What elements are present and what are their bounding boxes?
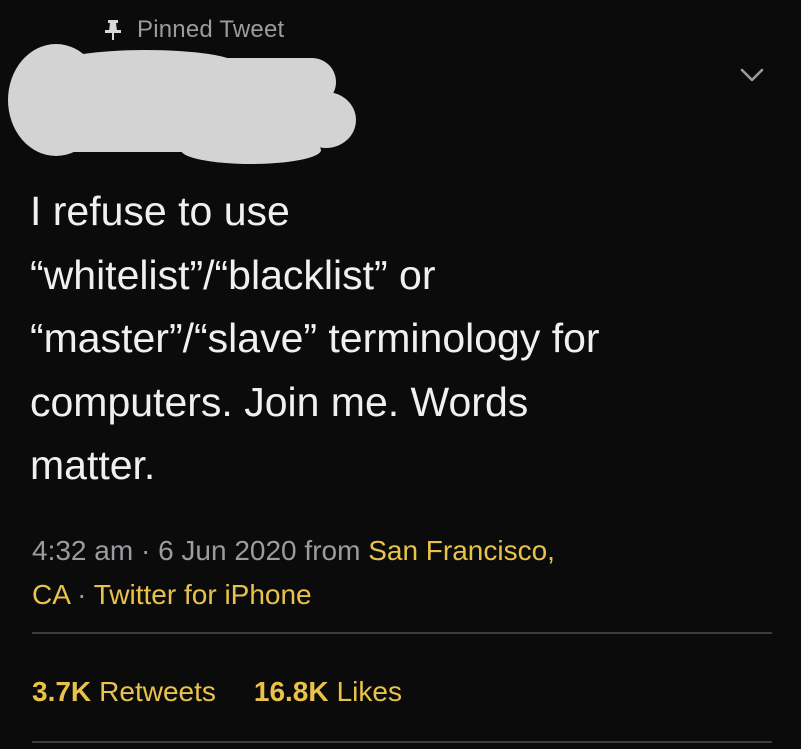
meta-separator: ·: [77, 579, 87, 610]
location-line1: San Francisco,: [368, 535, 555, 566]
divider: [32, 632, 772, 634]
likes-count: 16.8K: [253, 676, 329, 707]
tweet-time: 4:32 am: [32, 535, 134, 566]
tweet-text: I refuse to use “whitelist”/“blacklist” …: [30, 188, 600, 488]
redacted-author-block: [8, 44, 356, 164]
source-link[interactable]: Twitter for iPhone: [94, 579, 312, 610]
likes-stat[interactable]: 16.8K Likes: [254, 672, 402, 712]
tweet-date: 6 Jun 2020: [158, 535, 297, 566]
tweet-stats: 3.7K Retweets 16.8K Likes: [32, 672, 402, 712]
tweet-meta: 4:32 am · 6 Jun 2020 from San Francisco,…: [32, 529, 762, 617]
from-label: from: [304, 535, 361, 566]
likes-label: Likes: [336, 676, 402, 707]
tweet-menu-button[interactable]: [731, 58, 773, 92]
divider: [32, 741, 772, 743]
retweets-label: Retweets: [99, 676, 216, 707]
chevron-down-icon: [740, 68, 764, 82]
retweets-count: 3.7K: [32, 676, 92, 707]
retweets-stat[interactable]: 3.7K Retweets: [32, 672, 216, 712]
location-line2: CA: [32, 579, 70, 610]
meta-separator: ·: [140, 535, 151, 566]
